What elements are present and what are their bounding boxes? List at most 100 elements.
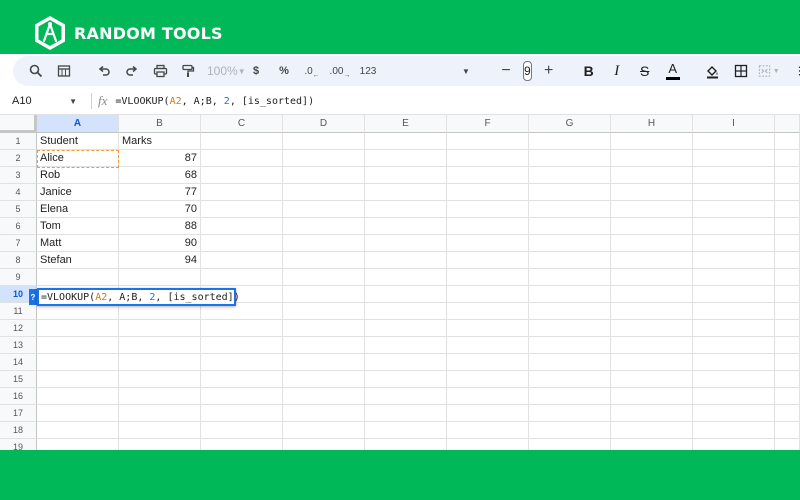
cell-b9[interactable] (119, 269, 201, 286)
cell-h13[interactable] (611, 337, 693, 354)
cell-j4[interactable] (775, 184, 800, 201)
cell-i14[interactable] (693, 354, 775, 371)
cell-i4[interactable] (693, 184, 775, 201)
borders-button[interactable] (730, 59, 752, 83)
cell-h3[interactable] (611, 167, 693, 184)
merge-cells-button[interactable]: ▼ (758, 59, 780, 83)
name-box[interactable]: A10 ▼ (0, 95, 85, 107)
bold-button[interactable]: B (578, 59, 600, 83)
cell-a6[interactable]: Tom (37, 218, 119, 235)
cell-a5[interactable]: Elena (37, 201, 119, 218)
cell-h2[interactable] (611, 150, 693, 167)
cell-g2[interactable] (529, 150, 611, 167)
cell-h9[interactable] (611, 269, 693, 286)
cell-c7[interactable] (201, 235, 283, 252)
cell-c13[interactable] (201, 337, 283, 354)
cell-g14[interactable] (529, 354, 611, 371)
zoom-select[interactable]: 100% ▼ (205, 59, 246, 83)
cell-h14[interactable] (611, 354, 693, 371)
cell-g4[interactable] (529, 184, 611, 201)
cell-c6[interactable] (201, 218, 283, 235)
row-header-13[interactable]: 13 (0, 337, 37, 354)
cell-d12[interactable] (283, 320, 365, 337)
cell-g10[interactable] (529, 286, 611, 303)
cell-a15[interactable] (37, 371, 119, 388)
cell-j10[interactable] (775, 286, 800, 303)
column-header-j[interactable] (775, 115, 800, 133)
cell-j14[interactable] (775, 354, 800, 371)
cell-e3[interactable] (365, 167, 447, 184)
percent-format-button[interactable]: % (273, 59, 295, 83)
cell-g8[interactable] (529, 252, 611, 269)
row-header-2[interactable]: 2 (0, 150, 37, 167)
column-header-a[interactable]: A (37, 115, 119, 133)
cell-i9[interactable] (693, 269, 775, 286)
cell-d19[interactable] (283, 439, 365, 450)
cell-e8[interactable] (365, 252, 447, 269)
cell-i18[interactable] (693, 422, 775, 439)
cell-i13[interactable] (693, 337, 775, 354)
cell-a19[interactable] (37, 439, 119, 450)
cell-i7[interactable] (693, 235, 775, 252)
cell-e14[interactable] (365, 354, 447, 371)
cell-a7[interactable]: Matt (37, 235, 119, 252)
cell-b16[interactable] (119, 388, 201, 405)
cell-c9[interactable] (201, 269, 283, 286)
cell-i17[interactable] (693, 405, 775, 422)
cell-b8[interactable]: 94 (119, 252, 201, 269)
cell-c19[interactable] (201, 439, 283, 450)
cell-j3[interactable] (775, 167, 800, 184)
cell-d18[interactable] (283, 422, 365, 439)
row-header-19[interactable]: 19 (0, 439, 37, 450)
cell-j19[interactable] (775, 439, 800, 450)
cell-e1[interactable] (365, 133, 447, 150)
cell-e2[interactable] (365, 150, 447, 167)
cell-b18[interactable] (119, 422, 201, 439)
cell-b1[interactable]: Marks (119, 133, 201, 150)
cell-a8[interactable]: Stefan (37, 252, 119, 269)
cell-f7[interactable] (447, 235, 529, 252)
cell-i16[interactable] (693, 388, 775, 405)
cell-e10[interactable] (365, 286, 447, 303)
cell-d5[interactable] (283, 201, 365, 218)
cell-j17[interactable] (775, 405, 800, 422)
cell-i2[interactable] (693, 150, 775, 167)
cell-f1[interactable] (447, 133, 529, 150)
cell-a16[interactable] (37, 388, 119, 405)
cell-b13[interactable] (119, 337, 201, 354)
cell-e4[interactable] (365, 184, 447, 201)
cell-b4[interactable]: 77 (119, 184, 201, 201)
cell-b7[interactable]: 90 (119, 235, 201, 252)
cell-d11[interactable] (283, 303, 365, 320)
cell-a12[interactable] (37, 320, 119, 337)
cell-j6[interactable] (775, 218, 800, 235)
cell-j16[interactable] (775, 388, 800, 405)
cell-d4[interactable] (283, 184, 365, 201)
row-header-4[interactable]: 4 (0, 184, 37, 201)
italic-button[interactable]: I (606, 59, 628, 83)
cell-a4[interactable]: Janice (37, 184, 119, 201)
row-header-18[interactable]: 18 (0, 422, 37, 439)
cell-editor[interactable]: =VLOOKUP(A2, A;B, 2, [is_sorted]) (37, 288, 240, 306)
cell-g12[interactable] (529, 320, 611, 337)
cell-h4[interactable] (611, 184, 693, 201)
cell-f2[interactable] (447, 150, 529, 167)
cell-a1[interactable]: Student (37, 133, 119, 150)
cell-b14[interactable] (119, 354, 201, 371)
cell-c15[interactable] (201, 371, 283, 388)
cell-h10[interactable] (611, 286, 693, 303)
select-all-corner[interactable] (0, 115, 37, 133)
cell-b15[interactable] (119, 371, 201, 388)
cell-c16[interactable] (201, 388, 283, 405)
cell-i5[interactable] (693, 201, 775, 218)
cell-f11[interactable] (447, 303, 529, 320)
cell-g5[interactable] (529, 201, 611, 218)
column-header-e[interactable]: E (365, 115, 447, 133)
cell-b19[interactable] (119, 439, 201, 450)
cell-e7[interactable] (365, 235, 447, 252)
column-header-i[interactable]: I (693, 115, 775, 133)
cell-f16[interactable] (447, 388, 529, 405)
text-color-button[interactable]: A (662, 59, 684, 83)
cell-g18[interactable] (529, 422, 611, 439)
cell-e17[interactable] (365, 405, 447, 422)
